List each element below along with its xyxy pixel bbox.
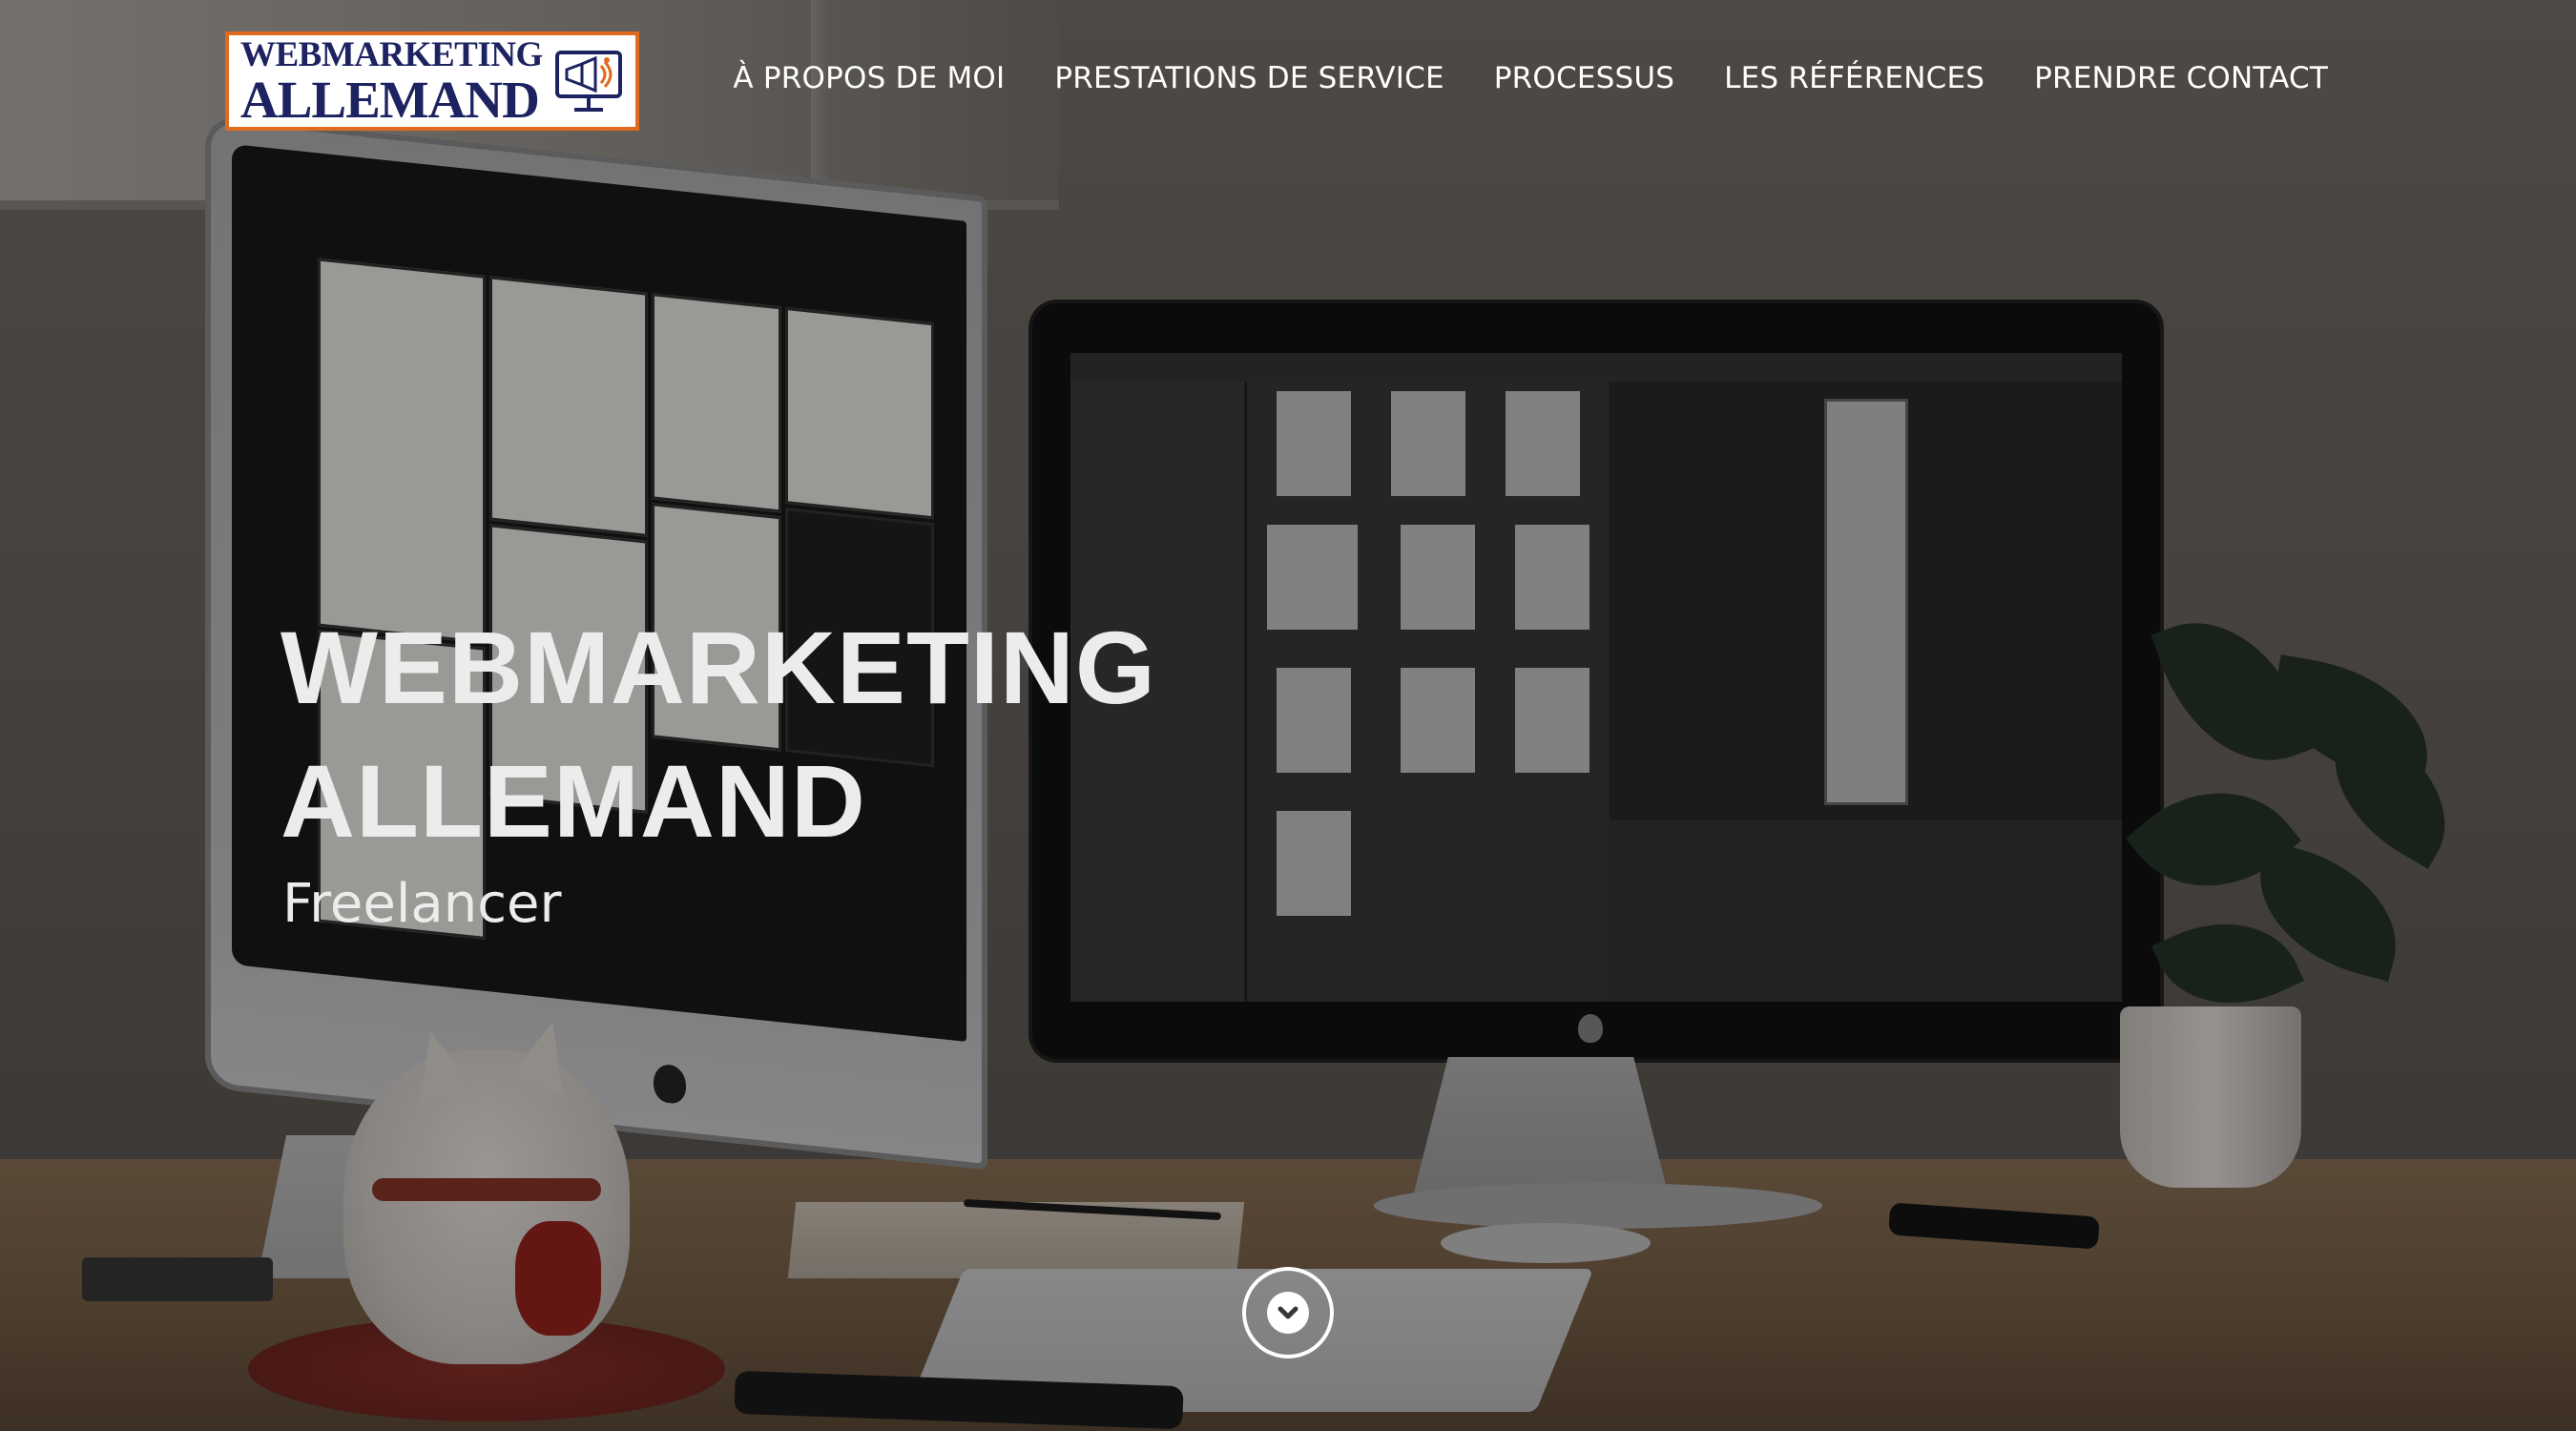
site-logo[interactable]: WEBMARKETING ALLEMAND [225,31,639,131]
nav-item-process[interactable]: PROCESSUS [1494,61,1674,95]
monitor-megaphone-icon [553,47,624,117]
logo-text: WEBMARKETING ALLEMAND [240,37,543,126]
hero-title: WEBMARKETING ALLEMAND [280,601,1156,868]
nav-item-about[interactable]: À PROPOS DE MOI [733,61,1005,95]
hero-title-line2: ALLEMAND [280,743,866,859]
nav-item-services[interactable]: PRESTATIONS DE SERVICE [1054,61,1444,95]
logo-line2: ALLEMAND [240,70,540,129]
hero-section: WEBMARKETING ALLEMAND À PROPOS DE MOI PR… [0,0,2576,1431]
chevron-down-icon [1267,1292,1309,1334]
scroll-down-button[interactable] [1242,1267,1334,1358]
logo-line1: WEBMARKETING [240,34,543,74]
hero-subtitle: Freelancer [282,873,562,935]
nav-item-contact[interactable]: PRENDRE CONTACT [2034,61,2328,95]
main-navigation: À PROPOS DE MOI PRESTATIONS DE SERVICE P… [733,61,2328,95]
hero-title-line1: WEBMARKETING [280,610,1156,725]
nav-item-references[interactable]: LES RÉFÉRENCES [1724,61,1984,95]
